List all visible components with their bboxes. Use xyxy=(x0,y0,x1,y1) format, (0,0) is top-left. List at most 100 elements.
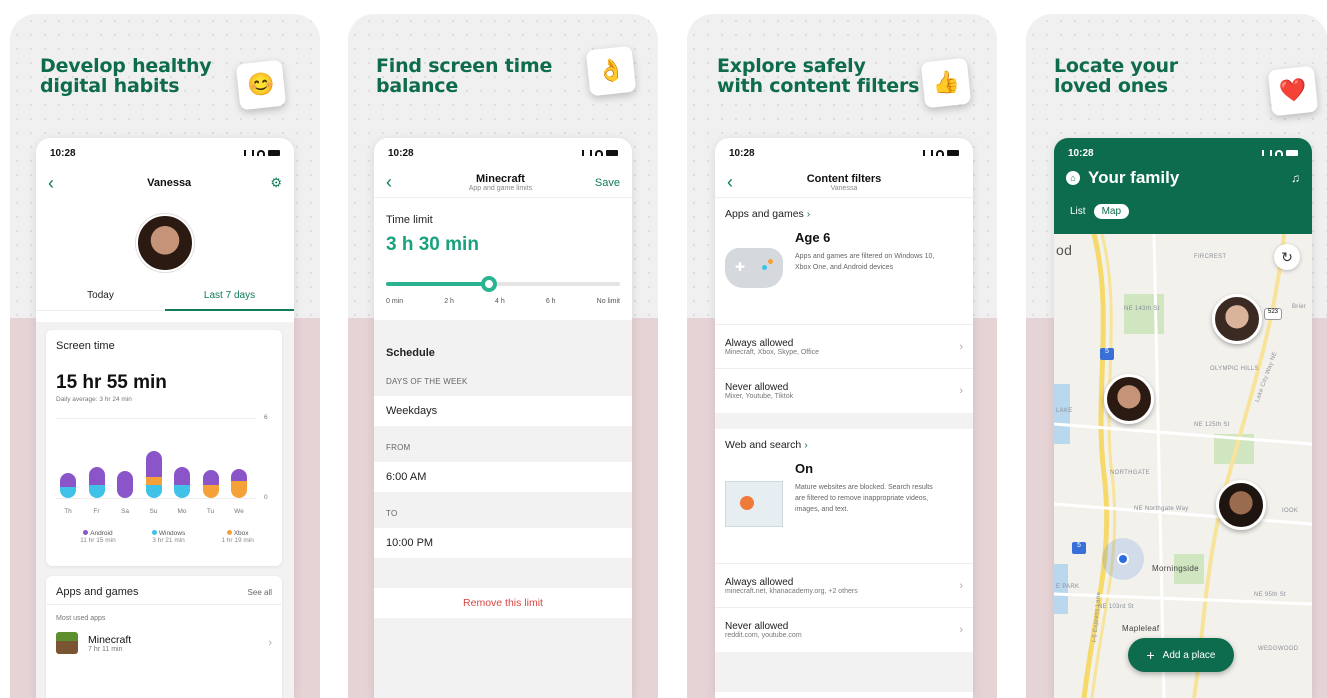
app-name: Minecraft xyxy=(88,633,132,646)
promo-panel-habits: Develop healthy digital habits 😊 10:28 ‹… xyxy=(10,14,320,698)
wifi-icon xyxy=(257,150,265,156)
page-title: Minecraft xyxy=(476,173,525,185)
family-title-row: ⌂ Your family ♫ xyxy=(1054,168,1312,188)
bell-icon[interactable]: ♫ xyxy=(1291,171,1300,185)
page-title: Content filters xyxy=(806,173,882,185)
web-always-allowed-row[interactable]: Always allowed minecraft.net, khanacademy… xyxy=(715,564,973,608)
family-member-pin[interactable] xyxy=(1104,374,1154,424)
bar-Sa xyxy=(117,471,133,498)
bar-Su xyxy=(145,451,162,498)
legend-xbox: Xbox 1 hr 19 min xyxy=(221,530,254,544)
family-member-pin[interactable] xyxy=(1216,480,1266,530)
remove-limit-button[interactable]: Remove this limit xyxy=(374,588,632,618)
tick-label: No limit xyxy=(596,298,620,305)
wifi-icon xyxy=(936,150,944,156)
panel-headline: Find screen time balance xyxy=(376,55,553,97)
panel-headline: Locate your loved ones xyxy=(1054,55,1178,97)
status-time: 10:28 xyxy=(388,147,414,159)
battery-icon xyxy=(1286,150,1298,156)
to-caption: TO xyxy=(386,508,398,518)
grid-line-top xyxy=(56,418,256,419)
phone-screen-content-filters: 10:28 ‹ Content filters Vanessa Apps and… xyxy=(715,138,973,698)
family-member-pin[interactable] xyxy=(1212,294,1262,344)
legend-dot-icon xyxy=(151,530,157,535)
map-label: NE 95th St xyxy=(1254,592,1287,598)
legend-windows: Windows 3 hr 21 min xyxy=(151,530,186,544)
tab-last-7-days[interactable]: Last 7 days xyxy=(165,290,294,311)
web-filter-description: Mature websites are blocked. Search resu… xyxy=(795,484,933,513)
tick-label: 0 min xyxy=(386,298,404,305)
back-chevron-icon[interactable]: ‹ xyxy=(48,173,68,194)
map-label: od xyxy=(1056,242,1073,258)
bar-Tu xyxy=(202,470,219,498)
battery-icon xyxy=(268,150,280,156)
page-title-group: Content filters Vanessa xyxy=(807,173,882,192)
minecraft-icon xyxy=(56,632,78,654)
avatar xyxy=(136,214,194,272)
status-bar: 10:28 xyxy=(1054,138,1312,168)
family-title: Your family xyxy=(1088,168,1180,187)
tab-map[interactable]: Map xyxy=(1093,204,1130,219)
bar-segment-windows xyxy=(88,484,105,498)
apps-label: Apps and games xyxy=(56,586,139,598)
time-range-tabs: Today Last 7 days xyxy=(36,290,294,311)
route-shield-icon: 523 xyxy=(1264,308,1282,320)
apps-games-link[interactable]: Apps and games › xyxy=(715,198,973,220)
tick-label: 4 h xyxy=(495,298,505,305)
promo-panel-locate: Locate your loved ones ❤️ 10:28 ⌂ Your f… xyxy=(1026,14,1327,698)
page-subtitle: App and game limits xyxy=(468,185,533,192)
app-time: 7 hr 11 min xyxy=(88,645,123,653)
bar-segment-xbox xyxy=(231,480,247,498)
my-location-dot xyxy=(1117,553,1129,565)
bar-segment-android xyxy=(174,467,190,485)
bar-segment-android xyxy=(117,471,133,498)
legend-android: Android 11 hr 15 min xyxy=(80,530,116,544)
days-field[interactable]: Weekdays xyxy=(374,396,632,426)
tab-list[interactable]: List xyxy=(1066,204,1090,219)
status-icons xyxy=(244,150,280,156)
add-place-label: Add a place xyxy=(1162,649,1216,661)
bar-We xyxy=(231,468,247,498)
bar-segment-android xyxy=(60,472,76,488)
x-tick-label: Su xyxy=(149,508,158,515)
chevron-right-icon: › xyxy=(806,208,811,220)
chevron-right-icon: › xyxy=(804,439,808,451)
save-button[interactable]: Save xyxy=(595,177,620,189)
map-label: Mapleleaf xyxy=(1122,624,1160,633)
x-tick-label: Tu xyxy=(206,508,215,515)
map-label: E PARK xyxy=(1056,584,1080,590)
back-chevron-icon[interactable]: ‹ xyxy=(386,172,406,193)
nav-bar: ‹ Vanessa ⚙ xyxy=(36,168,294,198)
to-field[interactable]: 10:00 PM xyxy=(374,528,632,558)
status-time: 10:28 xyxy=(1068,147,1094,159)
refresh-icon[interactable]: ↻ xyxy=(1274,244,1300,270)
panel-headline: Develop healthy digital habits xyxy=(40,55,212,97)
family-map[interactable]: od FIRCREST NE 143th St Brier OLYMPIC HI… xyxy=(1054,234,1312,698)
back-chevron-icon[interactable]: ‹ xyxy=(727,172,747,193)
slider-thumb[interactable] xyxy=(480,276,497,292)
chevron-right-icon: › xyxy=(959,624,963,636)
wifi-icon xyxy=(1275,150,1283,156)
gear-icon[interactable]: ⚙ xyxy=(270,175,282,191)
tab-today[interactable]: Today xyxy=(36,290,165,311)
map-label: IOOK xyxy=(1282,508,1299,514)
home-icon: ⌂ xyxy=(1066,171,1080,185)
from-caption: FROM xyxy=(386,442,411,452)
bar-segment-android xyxy=(231,468,247,481)
map-label: NE 143th St xyxy=(1124,306,1160,312)
thumbs-up-emoji-sticker: 👍 xyxy=(920,57,972,109)
nav-bar: ‹ Minecraft App and game limits Save xyxy=(374,168,632,198)
web-search-link[interactable]: Web and search › xyxy=(715,429,973,451)
apps-never-allowed-row[interactable]: Never allowed Mixer, Youtube, Tiktok › xyxy=(715,369,973,413)
heart-emoji-sticker: ❤️ xyxy=(1267,65,1319,117)
from-field[interactable]: 6:00 AM xyxy=(374,462,632,492)
time-limit-slider[interactable] xyxy=(386,276,620,292)
see-all-link[interactable]: See all xyxy=(248,588,272,597)
web-never-allowed-row[interactable]: Never allowed reddit.com, youtube.com › xyxy=(715,608,973,652)
app-row-minecraft[interactable]: Minecraft 7 hr 11 min › xyxy=(46,622,282,654)
add-place-button[interactable]: + Add a place xyxy=(1128,638,1234,672)
interstate-shield-icon: 5 xyxy=(1072,542,1086,554)
slider-fill xyxy=(386,282,489,286)
x-tick-label: Sa xyxy=(121,508,129,515)
apps-always-allowed-row[interactable]: Always allowed Minecraft, Xbox, Skype, Of… xyxy=(715,325,973,369)
